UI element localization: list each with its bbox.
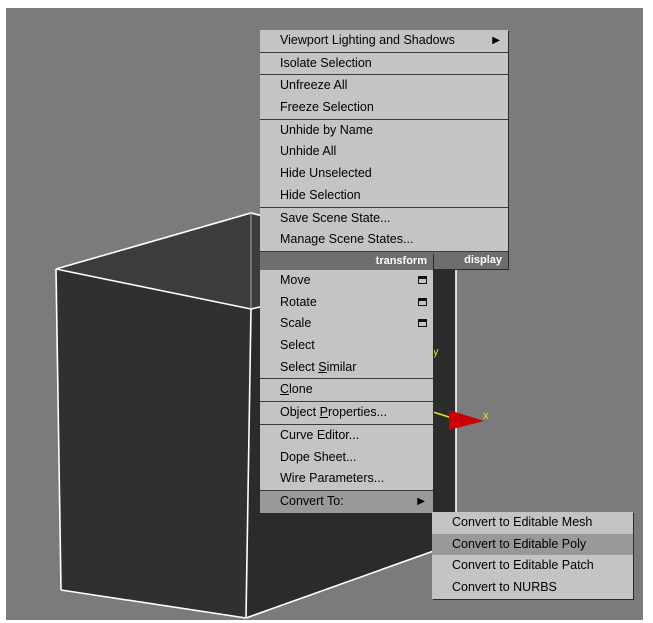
menu-item-curve-editor[interactable]: Curve Editor...	[260, 423, 433, 447]
convert-to-submenu: Convert to Editable Mesh Convert to Edit…	[432, 512, 633, 599]
menu-item-select[interactable]: Select	[260, 335, 433, 357]
menu-item-hide-selection[interactable]: Hide Selection	[260, 185, 508, 207]
menu-item-label: Convert To:	[280, 493, 344, 508]
menu-item-dope-sheet[interactable]: Dope Sheet...	[260, 447, 433, 469]
transform-quad-menu: transform Move Rotate Scale Select Selec…	[260, 253, 433, 513]
settings-box-icon[interactable]	[418, 276, 427, 284]
submenu-arrow-icon: ▶	[492, 35, 500, 46]
settings-box-icon[interactable]	[418, 319, 427, 328]
menu-item-label: Scale	[280, 316, 312, 331]
menu-item-freeze-selection[interactable]: Freeze Selection	[260, 97, 508, 119]
menu-item-scale[interactable]: Scale	[260, 313, 433, 335]
submenu-arrow-icon: ▶	[417, 495, 425, 507]
menu-item-convert-editable-mesh[interactable]: Convert to Editable Mesh	[432, 512, 633, 534]
box-front-face	[56, 269, 251, 618]
menu-item-unhide-by-name[interactable]: Unhide by Name	[260, 118, 508, 142]
gizmo-y-label: y	[433, 346, 439, 358]
menu-item-convert-editable-poly[interactable]: Convert to Editable Poly	[432, 533, 633, 556]
menu-item-rotate[interactable]: Rotate	[260, 292, 433, 314]
menu-item-label: Move	[280, 273, 311, 287]
menu-item-wire-parameters[interactable]: Wire Parameters...	[260, 468, 433, 490]
menu-item-hide-unselected[interactable]: Hide Unselected	[260, 163, 508, 185]
menu-item-move[interactable]: Move	[260, 270, 433, 292]
menu-item-object-properties[interactable]: Object Properties...	[260, 401, 433, 424]
menu-item-manage-scene-states[interactable]: Manage Scene States...	[260, 229, 508, 251]
gizmo-x-arrow	[449, 410, 484, 430]
menu-item-label: Viewport Lighting and Shadows	[280, 33, 455, 47]
display-quad-menu: Viewport Lighting and Shadows ▶ Isolate …	[260, 30, 508, 269]
menu-item-unhide-all[interactable]: Unhide All	[260, 141, 508, 163]
menu-item-convert-editable-patch[interactable]: Convert to Editable Patch	[432, 555, 633, 577]
menu-item-label: Rotate	[280, 294, 317, 309]
menu-item-convert-nurbs[interactable]: Convert to NURBS	[432, 577, 633, 599]
quad-label-transform[interactable]: transform	[260, 253, 433, 270]
menu-item-clone[interactable]: Clone	[260, 378, 433, 401]
menu-item-viewport-lighting[interactable]: Viewport Lighting and Shadows ▶	[260, 30, 508, 52]
settings-box-icon[interactable]	[418, 297, 427, 306]
menu-item-save-scene-state[interactable]: Save Scene State...	[260, 206, 508, 230]
gizmo-x-label: x	[483, 410, 489, 422]
menu-item-select-similar[interactable]: Select Similar	[260, 357, 433, 379]
menu-item-isolate-selection[interactable]: Isolate Selection	[260, 51, 508, 75]
menu-item-convert-to[interactable]: Convert To: ▶	[260, 489, 433, 513]
menu-item-unfreeze-all[interactable]: Unfreeze All	[260, 74, 508, 97]
